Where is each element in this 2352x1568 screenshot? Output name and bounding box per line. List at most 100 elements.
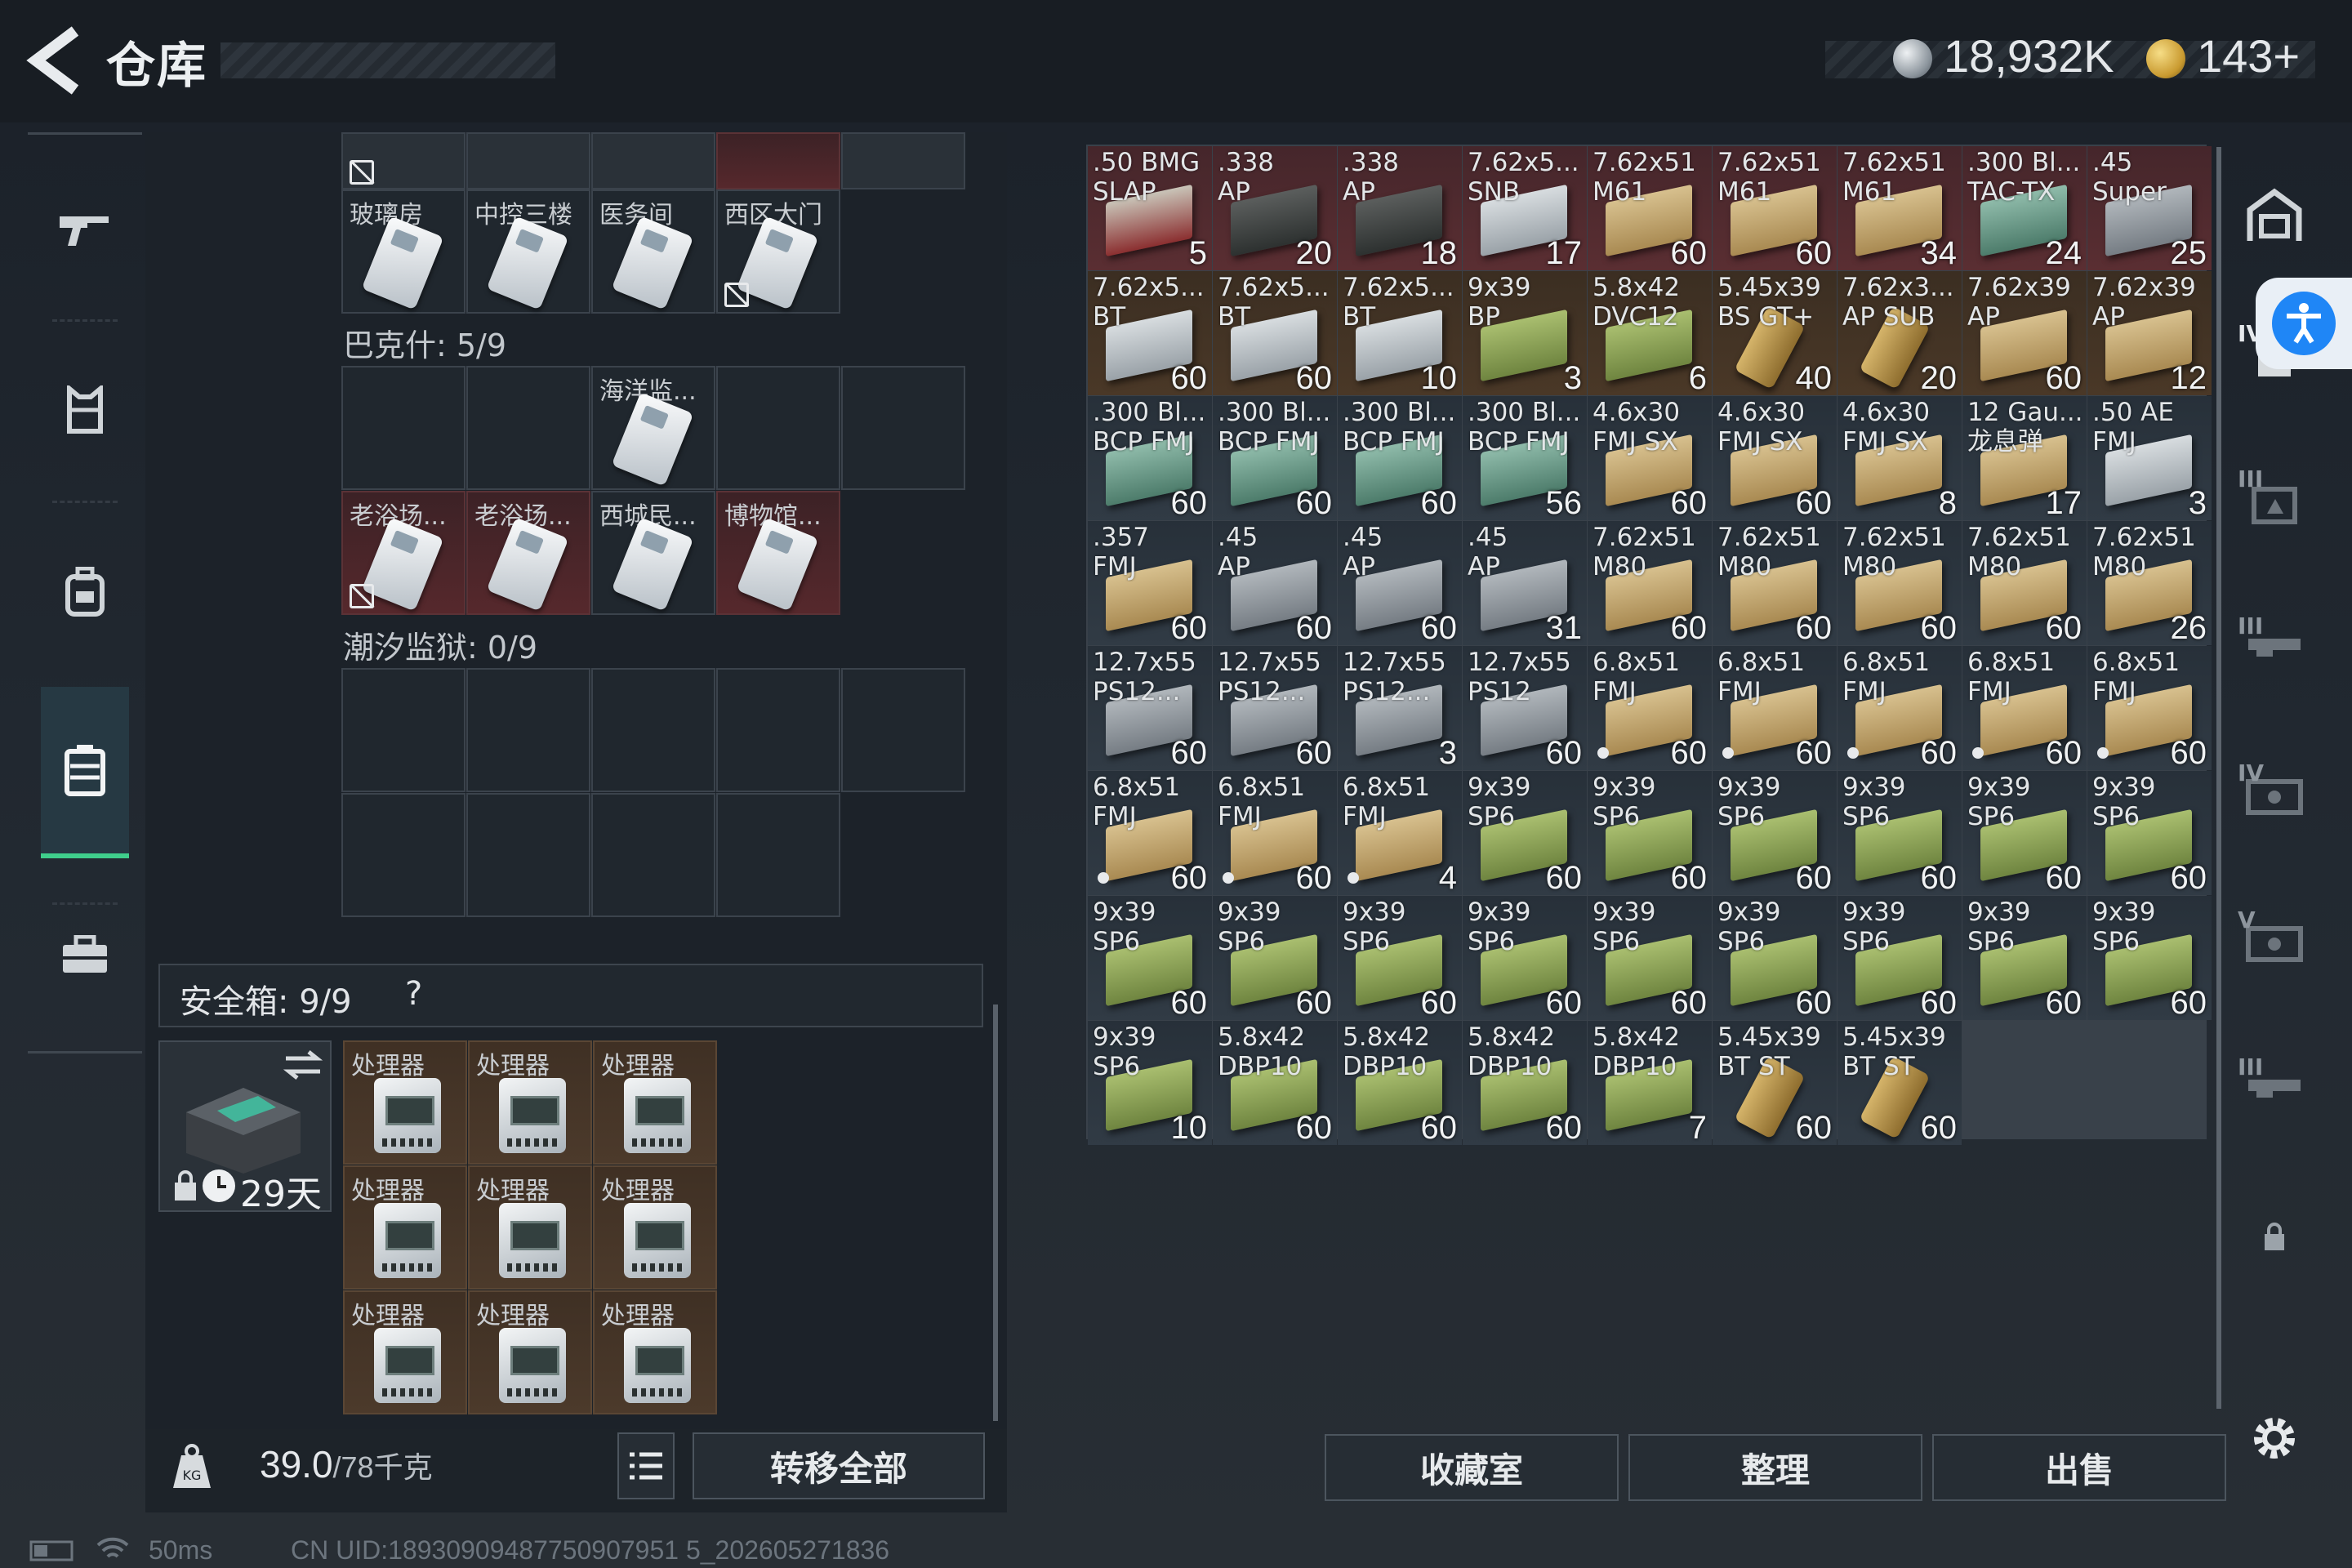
- ammo-item[interactable]: 5.45x39 BS GT+ 40: [1713, 271, 1837, 395]
- ammo-item[interactable]: 9x39 SP6 60: [2087, 771, 2212, 895]
- ammo-item[interactable]: .45 Super 25: [2087, 146, 2212, 270]
- ammo-item[interactable]: 7.62x39 AP 60: [1962, 271, 2087, 395]
- sell-button[interactable]: 出售: [1932, 1434, 2226, 1501]
- ammo-item[interactable]: 9x39 SP6 60: [1838, 896, 1962, 1020]
- keycard-slot[interactable]: 医务间: [591, 189, 715, 314]
- ammo-item[interactable]: 5.8x42 DVC12 6: [1588, 271, 1712, 395]
- ammo-item[interactable]: 9x39 SP6 60: [1588, 771, 1712, 895]
- ammo-item[interactable]: 9x39 SP6 60: [1088, 896, 1212, 1020]
- ammo-item[interactable]: 9x39 SP6 60: [1713, 771, 1837, 895]
- settings-button[interactable]: [2247, 1411, 2301, 1468]
- ammo-item[interactable]: .300 Bl... BCP FMJ 56: [1463, 396, 1587, 520]
- keycard-slot[interactable]: 西区大门: [716, 189, 840, 314]
- empty-slot[interactable]: [466, 793, 590, 917]
- ammo-item[interactable]: 9x39 SP6 60: [1338, 896, 1462, 1020]
- processor-item[interactable]: 处理器: [468, 1040, 592, 1165]
- accessibility-button[interactable]: [2256, 278, 2352, 369]
- nav-briefcase[interactable]: [41, 911, 129, 1000]
- tab-storage-iv-b[interactable]: IV: [2238, 760, 2311, 833]
- ammo-item[interactable]: 7.62x5... BT 10: [1338, 271, 1462, 395]
- tab-storage-iii-b[interactable]: III: [2238, 612, 2311, 686]
- keycard-slot[interactable]: 老浴场...: [341, 491, 466, 615]
- nav-armor[interactable]: [41, 365, 129, 455]
- ammo-item[interactable]: .300 Bl... BCP FMJ 60: [1338, 396, 1462, 520]
- nav-storage[interactable]: [41, 687, 129, 858]
- ammo-item[interactable]: .50 AE FMJ 3: [2087, 396, 2212, 520]
- keycard-slot[interactable]: [841, 132, 965, 189]
- ammo-item[interactable]: .300 Bl... BCP FMJ 60: [1213, 396, 1337, 520]
- processor-item[interactable]: 处理器: [593, 1165, 717, 1290]
- ammo-item[interactable]: 7.62x51 M80 60: [1838, 521, 1962, 645]
- keycard-slot[interactable]: [591, 132, 715, 189]
- ammo-item[interactable]: 12.7x55 PS12 60: [1463, 646, 1587, 770]
- ammo-item[interactable]: 9x39 SP6 10: [1088, 1021, 1212, 1145]
- empty-slot[interactable]: [716, 668, 840, 792]
- processor-item[interactable]: 处理器: [343, 1290, 467, 1414]
- ammo-item[interactable]: .45 AP 31: [1463, 521, 1587, 645]
- ammo-item[interactable]: .45 AP 60: [1338, 521, 1462, 645]
- ammo-item[interactable]: 9x39 BP 3: [1463, 271, 1587, 395]
- ammo-item[interactable]: .50 BMG SLAP 5: [1088, 146, 1212, 270]
- tab-storage-iii-c[interactable]: III: [2238, 1054, 2311, 1127]
- ammo-item[interactable]: 9x39 SP6 60: [1463, 896, 1587, 1020]
- keycard-slot[interactable]: 玻璃房: [341, 189, 466, 314]
- empty-slot[interactable]: [716, 366, 840, 490]
- ammo-item[interactable]: 7.62x51 M61 60: [1588, 146, 1712, 270]
- ammo-item[interactable]: 7.62x51 M80 26: [2087, 521, 2212, 645]
- ammo-item[interactable]: 12.7x55 PS12... 60: [1213, 646, 1337, 770]
- ammo-item[interactable]: 7.62x5... SNB 17: [1463, 146, 1587, 270]
- empty-slot[interactable]: [591, 793, 715, 917]
- ammo-item[interactable]: 12.7x55 PS12... 3: [1338, 646, 1462, 770]
- organize-button[interactable]: 整理: [1628, 1434, 1922, 1501]
- empty-slot[interactable]: [591, 668, 715, 792]
- ammo-item[interactable]: 4.6x30 FMJ SX 60: [1588, 396, 1712, 520]
- help-icon[interactable]: ?: [405, 975, 422, 1013]
- ammo-item[interactable]: .45 AP 60: [1213, 521, 1337, 645]
- ammo-item[interactable]: 5.8x42 DBP10 60: [1338, 1021, 1462, 1145]
- lock-slot[interactable]: [2238, 1200, 2311, 1274]
- back-button[interactable]: [24, 23, 90, 98]
- keycard-slot[interactable]: 博物馆...: [716, 491, 840, 615]
- keycard-slot[interactable]: [716, 132, 840, 189]
- ammo-item[interactable]: .300 Bl... BCP FMJ 60: [1088, 396, 1212, 520]
- ammo-item[interactable]: 7.62x5... BT 60: [1088, 271, 1212, 395]
- keycard-slot[interactable]: [466, 132, 590, 189]
- ammo-item[interactable]: .300 Bl... TAC-TX 24: [1962, 146, 2087, 270]
- nav-backpack[interactable]: [41, 547, 129, 637]
- safebox-container[interactable]: 29天: [158, 1040, 332, 1215]
- ammo-item[interactable]: 5.45x39 BT ST 60: [1713, 1021, 1837, 1145]
- ammo-item[interactable]: 9x39 SP6 60: [1962, 771, 2087, 895]
- keycard-slot[interactable]: [341, 132, 466, 189]
- processor-item[interactable]: 处理器: [593, 1040, 717, 1165]
- keycard-slot[interactable]: 海洋监...: [591, 366, 715, 490]
- ammo-item[interactable]: 12 Gau... 龙息弹 17: [1962, 396, 2087, 520]
- empty-slot[interactable]: [466, 668, 590, 792]
- processor-item[interactable]: 处理器: [343, 1040, 467, 1165]
- empty-slot[interactable]: [716, 793, 840, 917]
- processor-item[interactable]: 处理器: [593, 1290, 717, 1414]
- list-view-button[interactable]: [617, 1432, 675, 1499]
- ammo-item[interactable]: 9x39 SP6 60: [1463, 771, 1587, 895]
- empty-slot[interactable]: [841, 366, 965, 490]
- ammo-item[interactable]: 6.8x51 FMJ 60: [2087, 646, 2212, 770]
- ammo-item[interactable]: 7.62x51 M80 60: [1588, 521, 1712, 645]
- ammo-item[interactable]: 9x39 SP6 60: [1213, 896, 1337, 1020]
- processor-item[interactable]: 处理器: [468, 1290, 592, 1414]
- gold-balance[interactable]: 143+: [2197, 29, 2300, 82]
- ammo-item[interactable]: 6.8x51 FMJ 60: [1588, 646, 1712, 770]
- tab-storage-iii-a[interactable]: III: [2238, 466, 2311, 539]
- ammo-item[interactable]: .338 AP 20: [1213, 146, 1337, 270]
- empty-slot[interactable]: [841, 668, 965, 792]
- ammo-item[interactable]: 12.7x55 PS12... 60: [1088, 646, 1212, 770]
- ammo-item[interactable]: 6.8x51 FMJ 60: [1213, 771, 1337, 895]
- tab-stash-main[interactable]: [2238, 180, 2311, 253]
- empty-slot[interactable]: [341, 793, 466, 917]
- ammo-item[interactable]: 5.8x42 DBP10 60: [1213, 1021, 1337, 1145]
- ammo-item[interactable]: 9x39 SP6 60: [1713, 896, 1837, 1020]
- ammo-item[interactable]: 5.8x42 DBP10 60: [1463, 1021, 1587, 1145]
- tab-storage-v[interactable]: V: [2238, 906, 2311, 980]
- ammo-item[interactable]: .357 FMJ 60: [1088, 521, 1212, 645]
- ammo-item[interactable]: 9x39 SP6 60: [1962, 896, 2087, 1020]
- ammo-item[interactable]: 9x39 SP6 60: [1588, 896, 1712, 1020]
- ammo-item[interactable]: 7.62x51 M80 60: [1713, 521, 1837, 645]
